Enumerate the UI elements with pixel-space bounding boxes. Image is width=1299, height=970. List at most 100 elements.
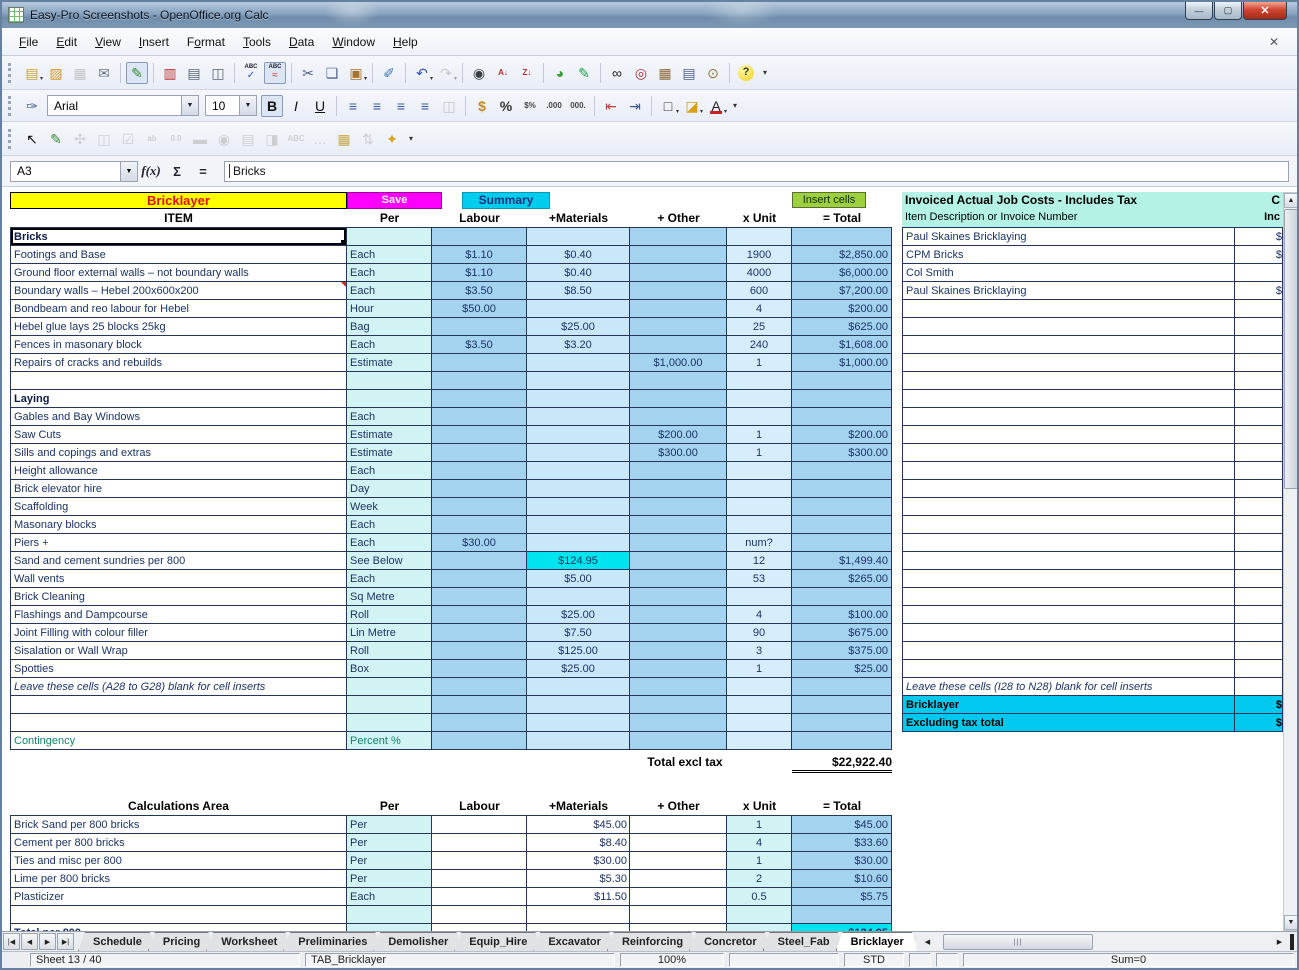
cell[interactable]: Estimate: [347, 426, 432, 444]
insert-cells-button[interactable]: Insert cells: [792, 192, 866, 208]
close-document-icon[interactable]: ✕: [1259, 35, 1289, 49]
align-right-icon[interactable]: ≡: [390, 95, 412, 117]
cell[interactable]: Bondbeam and reo labour for Hebel: [10, 300, 347, 318]
cell[interactable]: $2,850.00: [792, 246, 892, 264]
cell[interactable]: 1900: [727, 246, 792, 264]
cell[interactable]: [727, 498, 792, 516]
cell[interactable]: Brick Cleaning: [10, 588, 347, 606]
background-color-icon[interactable]: ◪▾: [681, 95, 703, 117]
check-box-icon[interactable]: ☑: [117, 128, 139, 150]
cell[interactable]: [432, 834, 527, 852]
invoice-value-cell[interactable]: [1235, 300, 1283, 318]
cell[interactable]: Each: [347, 282, 432, 300]
undo-icon[interactable]: ↶▾: [411, 62, 433, 84]
cell[interactable]: 4: [727, 300, 792, 318]
invoice-description-cell[interactable]: [902, 444, 1235, 462]
close-button[interactable]: ✕: [1243, 2, 1287, 20]
page-preview-icon[interactable]: ◫: [207, 62, 229, 84]
cell[interactable]: 2: [727, 870, 792, 888]
cell[interactable]: $33.60: [792, 834, 892, 852]
find-replace-icon[interactable]: ∞: [606, 62, 628, 84]
menu-item-data[interactable]: Data: [280, 31, 323, 53]
invoiced-summary-label[interactable]: Excluding tax total: [902, 714, 1235, 732]
cell[interactable]: See Below: [347, 552, 432, 570]
cell[interactable]: [792, 228, 892, 246]
chevron-down-icon[interactable]: ▼: [239, 96, 256, 115]
cell[interactable]: [792, 678, 892, 696]
cell[interactable]: [432, 354, 527, 372]
title-bar[interactable]: Easy-Pro Screenshots - OpenOffice.org Ca…: [2, 2, 1297, 28]
invoice-description-cell[interactable]: [902, 534, 1235, 552]
hyperlink-icon[interactable]: ◉: [468, 62, 490, 84]
invoice-description-cell[interactable]: [902, 624, 1235, 642]
cell[interactable]: [630, 660, 727, 678]
cell[interactable]: [527, 906, 630, 924]
cell[interactable]: [347, 678, 432, 696]
menu-item-window[interactable]: Window: [323, 31, 384, 53]
label-field-icon[interactable]: ABC: [285, 128, 307, 150]
cell[interactable]: Each: [347, 246, 432, 264]
cell[interactable]: [630, 852, 727, 870]
cell[interactable]: Sand and cement sundries per 800: [10, 552, 347, 570]
cell[interactable]: Roll: [347, 642, 432, 660]
cell[interactable]: [630, 924, 727, 931]
paste-icon[interactable]: ▣▾: [345, 62, 367, 84]
invoice-value-cell[interactable]: [1235, 606, 1283, 624]
menu-item-tools[interactable]: Tools: [234, 31, 280, 53]
cell[interactable]: [347, 228, 432, 246]
cell[interactable]: Each: [347, 570, 432, 588]
cell[interactable]: Leave these cells (A28 to G28) blank for…: [10, 678, 347, 696]
cell[interactable]: [432, 852, 527, 870]
cell[interactable]: [347, 906, 432, 924]
cell[interactable]: [630, 834, 727, 852]
cell[interactable]: [630, 408, 727, 426]
bold-icon[interactable]: B: [261, 95, 283, 117]
zoom-icon[interactable]: ⊙: [702, 62, 724, 84]
cell[interactable]: $5.00: [527, 570, 630, 588]
cell[interactable]: [630, 282, 727, 300]
cell[interactable]: [630, 498, 727, 516]
toolbar-overflow-icon[interactable]: ▾: [405, 128, 417, 150]
more-controls-icon[interactable]: …: [309, 128, 331, 150]
insert-chart-icon[interactable]: ◕: [549, 62, 571, 84]
toolbar-overflow-icon[interactable]: ▾: [729, 95, 741, 117]
menu-item-edit[interactable]: Edit: [47, 31, 86, 53]
invoice-description-cell[interactable]: CPM Bricks: [902, 246, 1235, 264]
underline-icon[interactable]: U: [309, 95, 331, 117]
design-mode-icon[interactable]: ✎: [45, 128, 67, 150]
cell[interactable]: Hour: [347, 300, 432, 318]
scroll-up-icon[interactable]: ▲: [1284, 193, 1297, 208]
invoice-description-cell[interactable]: [902, 480, 1235, 498]
cell[interactable]: $100.00: [792, 606, 892, 624]
cell[interactable]: Boundary walls – Hebel 200x600x200: [10, 282, 347, 300]
cell[interactable]: $10.60: [792, 870, 892, 888]
cell[interactable]: Lin Metre: [347, 624, 432, 642]
cell[interactable]: Each: [347, 888, 432, 906]
invoice-description-cell[interactable]: Paul Skaines Bricklaying: [902, 282, 1235, 300]
cell[interactable]: [432, 588, 527, 606]
cell[interactable]: [630, 318, 727, 336]
invoice-description-cell[interactable]: [902, 426, 1235, 444]
cell[interactable]: Each: [347, 516, 432, 534]
cell[interactable]: Joint Filling with colour filler: [10, 624, 347, 642]
cell[interactable]: $675.00: [792, 624, 892, 642]
cell[interactable]: [527, 732, 630, 750]
cell[interactable]: Percent %: [347, 732, 432, 750]
toolbar-grip[interactable]: [8, 63, 15, 83]
cell[interactable]: $0.40: [527, 264, 630, 282]
cell[interactable]: $1,608.00: [792, 336, 892, 354]
cell[interactable]: 90: [727, 624, 792, 642]
cell[interactable]: Box: [347, 660, 432, 678]
cell[interactable]: Roll: [347, 606, 432, 624]
cell[interactable]: num?: [727, 534, 792, 552]
cell[interactable]: [527, 228, 630, 246]
cell[interactable]: [527, 354, 630, 372]
cell[interactable]: $375.00: [792, 642, 892, 660]
cell[interactable]: $30.00: [527, 852, 630, 870]
cell[interactable]: Lime per 800 bricks: [10, 870, 347, 888]
cell[interactable]: Sisalation or Wall Wrap: [10, 642, 347, 660]
cell[interactable]: [630, 642, 727, 660]
cell[interactable]: [432, 408, 527, 426]
format-paintbrush-icon[interactable]: ✐: [378, 62, 400, 84]
cell[interactable]: [527, 462, 630, 480]
